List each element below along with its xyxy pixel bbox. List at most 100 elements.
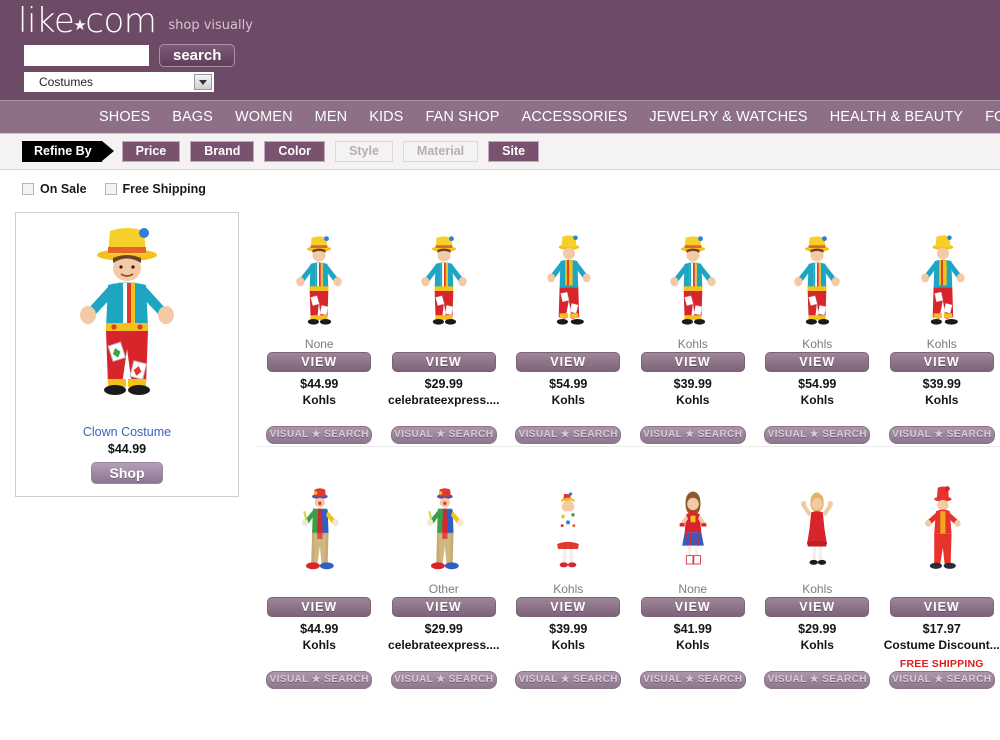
hero-product-price: $44.99 <box>107 442 147 456</box>
free-shipping-badge: FREE SHIPPING <box>899 658 984 670</box>
chevron-down-icon[interactable] <box>194 74 212 90</box>
visual-search-button[interactable]: VISUAL ★ SEARCH <box>888 671 995 689</box>
product-merchant: Kohls <box>676 638 710 652</box>
product-cell: None VIEW $41.99 Kohls VISUAL ★ SEARCH <box>631 453 756 689</box>
free-shipping-label: Free Shipping <box>122 182 206 196</box>
filter-row: On Sale Free Shipping <box>0 170 1000 208</box>
view-button[interactable]: VIEW <box>391 597 496 617</box>
search-row: search <box>24 44 236 67</box>
refine-chip-material: Material <box>402 141 479 162</box>
view-button[interactable]: VIEW <box>640 352 745 372</box>
view-button[interactable]: VIEW <box>267 597 372 617</box>
product-thumbnail[interactable] <box>916 467 968 579</box>
nav-item-for[interactable]: FOR <box>985 109 1000 125</box>
product-price: $39.99 <box>673 377 712 391</box>
site-logo[interactable]: like★com <box>18 4 157 38</box>
nav-item-fan-shop[interactable]: FAN SHOP <box>425 109 499 125</box>
product-thumbnail[interactable] <box>291 222 347 334</box>
product-thumbnail[interactable] <box>668 467 718 579</box>
product-thumbnail[interactable] <box>914 222 970 334</box>
search-button[interactable]: search <box>159 44 236 67</box>
product-brand-top: Kohls <box>926 337 957 351</box>
product-merchant: Kohls <box>302 638 336 652</box>
nav-item-women[interactable]: WOMEN <box>235 109 293 125</box>
logo-star-icon: ★ <box>73 16 87 34</box>
results-row: VIEW $44.99 Kohls VISUAL ★ SEARCH Other … <box>257 446 1000 689</box>
refine-chip-price[interactable]: Price <box>121 141 181 162</box>
visual-search-button[interactable]: VISUAL ★ SEARCH <box>639 426 746 444</box>
product-thumbnail[interactable] <box>540 222 596 334</box>
visual-search-button[interactable]: VISUAL ★ SEARCH <box>266 671 373 689</box>
view-button[interactable]: VIEW <box>889 352 994 372</box>
visual-search-button[interactable]: VISUAL ★ SEARCH <box>764 671 871 689</box>
product-thumbnail[interactable] <box>665 222 721 334</box>
product-thumbnail[interactable] <box>293 467 345 579</box>
view-button[interactable]: VIEW <box>516 352 621 372</box>
nav-item-kids[interactable]: KIDS <box>369 109 403 125</box>
visual-search-button[interactable]: VISUAL ★ SEARCH <box>639 671 746 689</box>
product-merchant: Kohls <box>551 393 585 407</box>
nav-item-shoes[interactable]: SHOES <box>99 109 150 125</box>
view-button[interactable]: VIEW <box>267 352 372 372</box>
product-price: $39.99 <box>549 622 588 636</box>
product-brand-top: Other <box>428 582 459 596</box>
visual-search-button[interactable]: VISUAL ★ SEARCH <box>390 671 497 689</box>
product-merchant: celebrateexpress.... <box>388 638 500 652</box>
visual-search-button[interactable]: VISUAL ★ SEARCH <box>390 426 497 444</box>
product-thumbnail[interactable] <box>418 467 470 579</box>
product-thumbnail[interactable] <box>789 222 845 334</box>
free-shipping-badge <box>816 658 819 671</box>
product-thumbnail[interactable] <box>416 222 472 334</box>
visual-search-button[interactable]: VISUAL ★ SEARCH <box>266 426 373 444</box>
nav-item-jewelry-watches[interactable]: JEWELRY & WATCHES <box>649 109 807 125</box>
free-shipping-badge <box>442 413 445 426</box>
logo-row: like★com shop visually <box>18 4 253 38</box>
nav-item-men[interactable]: MEN <box>315 109 348 125</box>
on-sale-label: On Sale <box>40 182 87 196</box>
free-shipping-badge <box>691 658 694 671</box>
category-select[interactable]: Costumes <box>24 72 214 92</box>
view-button[interactable]: VIEW <box>516 597 621 617</box>
search-input[interactable] <box>24 45 149 66</box>
visual-search-button[interactable]: VISUAL ★ SEARCH <box>888 426 995 444</box>
visual-search-button[interactable]: VISUAL ★ SEARCH <box>515 426 622 444</box>
product-thumbnail[interactable] <box>543 467 593 579</box>
product-merchant: Kohls <box>676 393 710 407</box>
free-shipping-badge <box>940 413 943 426</box>
visual-search-button[interactable]: VISUAL ★ SEARCH <box>764 426 871 444</box>
view-button[interactable]: VIEW <box>640 597 745 617</box>
product-merchant: Kohls <box>800 638 834 652</box>
product-brand-top: Kohls <box>802 582 833 596</box>
product-cell: Kohls VIEW $29.99 Kohls VISUAL ★ SEARCH <box>755 453 880 689</box>
product-merchant: celebrateexpress.... <box>388 393 500 407</box>
product-cell: VIEW $54.99 Kohls VISUAL ★ SEARCH <box>506 208 631 444</box>
product-cell: Kohls VIEW $54.99 Kohls VISUAL ★ SEARCH <box>755 208 880 444</box>
refine-chip-brand[interactable]: Brand <box>190 141 255 162</box>
view-button[interactable]: VIEW <box>765 352 870 372</box>
view-button[interactable]: VIEW <box>889 597 994 617</box>
refine-chip-color[interactable]: Color <box>264 141 326 162</box>
product-cell: VIEW $44.99 Kohls VISUAL ★ SEARCH <box>257 453 382 689</box>
nav-item-bags[interactable]: BAGS <box>172 109 213 125</box>
product-merchant: Kohls <box>925 393 959 407</box>
hero-product-title[interactable]: Clown Costume <box>83 425 171 439</box>
product-price: $39.99 <box>922 377 961 391</box>
hero-product-panel: Clown Costume $44.99 Shop <box>15 212 239 497</box>
visual-search-button[interactable]: VISUAL ★ SEARCH <box>515 671 622 689</box>
checkbox-icon[interactable] <box>104 183 117 195</box>
view-button[interactable]: VIEW <box>765 597 870 617</box>
shop-button[interactable]: Shop <box>91 462 163 484</box>
product-thumbnail[interactable] <box>792 467 842 579</box>
nav-item-accessories[interactable]: ACCESSORIES <box>522 109 628 125</box>
view-button[interactable]: VIEW <box>391 352 496 372</box>
product-price: $29.99 <box>424 622 463 636</box>
product-price: $54.99 <box>798 377 837 391</box>
hero-product-image[interactable] <box>72 223 182 413</box>
refine-chip-site[interactable]: Site <box>488 141 540 162</box>
nav-item-health-beauty[interactable]: HEALTH & BEAUTY <box>830 109 963 125</box>
refine-chip-style: Style <box>335 141 393 162</box>
checkbox-icon[interactable] <box>22 183 34 195</box>
free-shipping-checkbox[interactable]: Free Shipping <box>104 182 206 196</box>
on-sale-checkbox[interactable]: On Sale <box>22 182 87 196</box>
product-cell: Kohls VIEW $39.99 Kohls VISUAL ★ SEARCH <box>880 208 1000 444</box>
